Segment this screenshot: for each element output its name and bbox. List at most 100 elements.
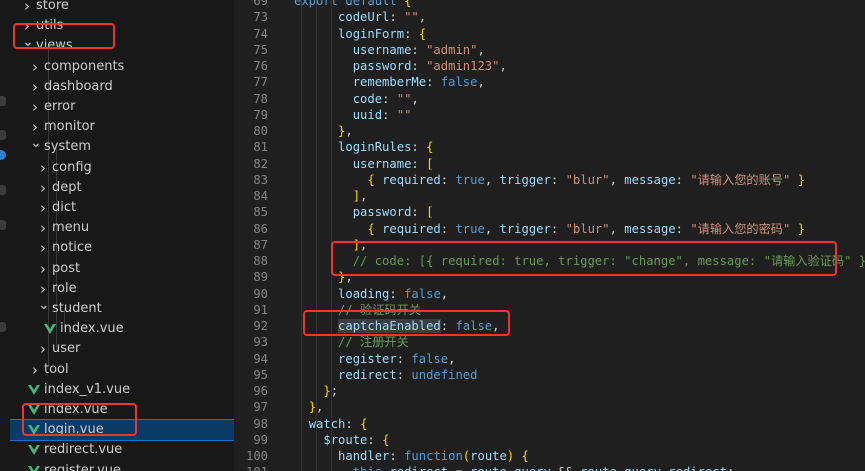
code-text: username: "admin",	[352, 42, 485, 57]
tree-file[interactable]: redirect.vue	[10, 440, 234, 460]
chevron-down-icon: ⌄	[38, 297, 50, 313]
tree-item-label: error	[44, 99, 76, 114]
code-line[interactable]: 93 // 注册开关	[234, 334, 865, 351]
code-text: code: "",	[352, 91, 419, 106]
file-explorer: › store › utils ⌄ views › components › dashboard ›…	[10, 0, 234, 471]
line-number: 96	[253, 384, 268, 398]
tree-folder-system[interactable]: ⌄ system	[10, 135, 234, 157]
code-line[interactable]: 74 loginForm: {	[234, 26, 865, 43]
code-line[interactable]: 90 loading: false,	[234, 286, 865, 303]
line-number: 98	[253, 416, 268, 431]
chevron-right-icon: ›	[32, 77, 38, 96]
tree-folder-dashboard[interactable]: › dashboard	[10, 77, 234, 97]
tree-item-label: config	[52, 159, 92, 175]
activity-bar-marker	[0, 185, 6, 195]
tree-folder-notice[interactable]: › notice	[10, 238, 234, 258]
tree-folder-monitor[interactable]: › monitor	[10, 117, 234, 137]
code-text: watch: {	[308, 416, 368, 431]
code-line[interactable]: 83 { required: true, trigger: "blur", me…	[234, 172, 865, 189]
code-line[interactable]: 94 register: false,	[234, 351, 865, 368]
line-number: 82	[253, 156, 268, 171]
line-number: 88	[253, 254, 268, 268]
line-number: 91	[253, 302, 268, 317]
code-line[interactable]: 78 code: "",	[234, 91, 865, 108]
tree-folder-store[interactable]: › store	[10, 0, 234, 16]
tree-file[interactable]: register.vue	[10, 461, 234, 471]
notification-badge-icon[interactable]	[0, 150, 6, 160]
activity-bar-marker	[0, 322, 6, 332]
tree-item-label: post	[52, 260, 81, 276]
tree-folder-post[interactable]: › post	[10, 259, 234, 279]
code-line[interactable]: 82 username: [	[234, 156, 865, 173]
line-number: 92	[253, 319, 268, 333]
line-number: 84	[253, 189, 268, 203]
code-line[interactable]: 100 handler: function(route) {	[234, 448, 865, 465]
code-text: password: [	[352, 205, 434, 220]
code-text: this.redirect = route.query && route.que…	[294, 464, 735, 471]
code-text: loading: false,	[338, 286, 449, 301]
code-line[interactable]: 86 { required: true, trigger: "blur", me…	[234, 221, 865, 238]
chevron-right-icon: ›	[40, 219, 46, 238]
activity-bar	[0, 0, 10, 471]
code-line[interactable]: 77 rememberMe: false,	[234, 74, 865, 91]
tree-file[interactable]: index_v1.vue	[10, 380, 234, 400]
code-text: $route: {	[323, 432, 390, 447]
line-number: 83	[253, 172, 268, 187]
code-editor[interactable]: 69 export default {73 codeUrl: "", 74 logi…	[234, 0, 865, 471]
tree-item-label: components	[44, 58, 125, 74]
code-line[interactable]: 75 username: "admin",	[234, 42, 865, 59]
code-line[interactable]: 101 this.redirect = route.query && route…	[234, 464, 865, 471]
code-line[interactable]: 79 uuid: ""	[234, 107, 865, 124]
vue-file-icon	[44, 324, 56, 335]
code-line[interactable]: 95 redirect: undefined	[234, 367, 865, 384]
chevron-right-icon: ›	[40, 178, 46, 197]
code-line[interactable]: 81 loginRules: {	[234, 139, 865, 156]
tree-folder-user[interactable]: › user	[10, 339, 234, 359]
tree-item-label: index_v1.vue	[44, 381, 131, 397]
tree-folder-components[interactable]: › components	[10, 57, 234, 77]
code-line[interactable]: 98 watch: {	[234, 416, 865, 433]
code-text: },	[338, 124, 353, 138]
code-line[interactable]: 80 },	[234, 123, 865, 140]
code-text: ],	[352, 189, 368, 203]
code-text: codeUrl: "",	[338, 10, 427, 25]
code-line[interactable]: 76 password: "admin123",	[234, 58, 865, 75]
code-text: loginForm: {	[338, 26, 427, 41]
line-number: 99	[253, 432, 268, 447]
code-line[interactable]: 99 $route: {	[234, 432, 865, 449]
annotation-box-captcha	[303, 310, 510, 336]
tree-item-label: system	[44, 139, 91, 155]
tree-item-label: monitor	[44, 119, 95, 135]
tree-folder-error[interactable]: › error	[10, 97, 234, 117]
tree-folder-dept[interactable]: › dept	[10, 178, 234, 198]
tree-item-label: notice	[52, 240, 93, 256]
chevron-right-icon: ›	[32, 98, 38, 116]
chevron-right-icon: ›	[40, 259, 46, 278]
code-line[interactable]: 96 };	[234, 383, 865, 400]
tree-item-label: redirect.vue	[44, 442, 123, 458]
line-number: 81	[253, 140, 268, 155]
code-line[interactable]: 85 password: [	[234, 204, 865, 221]
tree-file[interactable]: index.vue	[10, 319, 234, 339]
vue-file-icon	[28, 465, 40, 471]
tree-folder-dict[interactable]: › dict	[10, 198, 234, 218]
chevron-right-icon: ›	[24, 0, 30, 15]
tree-item-label: user	[52, 341, 81, 357]
code-text: loginRules: {	[338, 140, 434, 155]
tree-item-label: role	[52, 280, 77, 296]
code-text: register: false,	[338, 351, 456, 366]
tree-folder-menu[interactable]: › menu	[10, 218, 234, 238]
tree-item-label: register.vue	[44, 462, 122, 471]
code-line[interactable]: 73 codeUrl: "",	[234, 9, 865, 26]
chevron-right-icon: ›	[40, 340, 46, 359]
code-line[interactable]: 84 ],	[234, 188, 865, 205]
line-number: 76	[253, 59, 268, 73]
line-number: 101	[234, 464, 268, 471]
code-line[interactable]: 97 },	[234, 399, 865, 416]
code-text: uuid: ""	[352, 107, 412, 122]
line-number: 90	[253, 286, 268, 301]
tree-folder-tool[interactable]: › tool	[10, 360, 234, 380]
tree-item-label: menu	[52, 220, 90, 236]
tree-folder-student[interactable]: ⌄ student	[10, 297, 234, 319]
tree-folder-config[interactable]: › config	[10, 158, 234, 178]
